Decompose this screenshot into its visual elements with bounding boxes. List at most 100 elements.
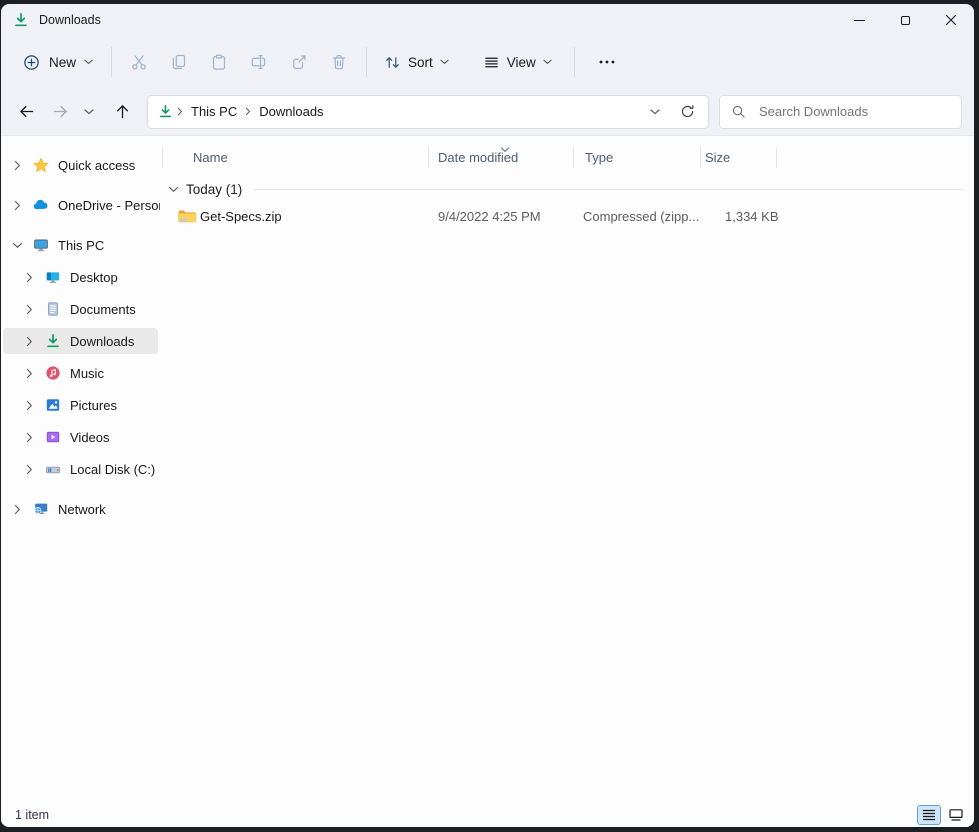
content-area: Quick access OneDrive - Personal This PC… [1,135,974,805]
sidebar-item-music[interactable]: Music [3,360,158,386]
new-button[interactable]: New [11,46,104,79]
ellipsis-icon [599,60,615,64]
details-view-toggle[interactable] [917,805,941,825]
see-more-button[interactable] [590,45,624,79]
column-separator[interactable] [776,147,777,168]
document-icon [44,301,61,317]
thumbnails-view-icon [949,809,963,821]
forward-button[interactable] [43,96,77,128]
chevron-down-icon[interactable] [168,186,179,193]
thumbnails-view-toggle[interactable] [944,805,968,825]
chevron-right-icon[interactable] [11,160,23,171]
music-note-icon [44,365,61,381]
refresh-button[interactable] [674,99,700,125]
share-icon [290,53,308,71]
sort-button[interactable]: Sort [374,47,459,78]
back-button[interactable] [9,96,43,128]
chevron-down-icon[interactable] [11,242,23,249]
minimize-button[interactable] [836,4,882,36]
onedrive-cloud-icon [32,197,49,213]
minimize-icon [854,20,865,21]
search-box[interactable] [719,95,962,129]
sidebar-item-this-pc[interactable]: This PC [3,232,158,258]
pictures-icon [44,397,61,413]
videos-icon [44,429,61,445]
search-icon [731,104,746,119]
sidebar-item-onedrive[interactable]: OneDrive - Personal [3,192,158,218]
downloads-folder-icon [158,104,173,119]
column-header-name[interactable]: Name [193,150,228,165]
chevron-right-icon[interactable] [23,432,35,443]
chevron-right-icon[interactable] [11,200,23,211]
arrow-up-icon [115,103,130,120]
sidebar-item-pictures[interactable]: Pictures [3,392,158,418]
breadcrumb-this-pc[interactable]: This PC [184,100,244,123]
recent-locations-button[interactable] [77,96,101,128]
chevron-down-icon [84,109,94,115]
sort-button-label: Sort [408,55,433,70]
sidebar-item-network[interactable]: Network [3,496,158,522]
maximize-button[interactable] [882,4,928,36]
group-divider-line [254,189,964,190]
disk-drive-icon [44,461,61,477]
view-button-label: View [507,55,536,70]
address-row: This PC Downloads [1,88,974,135]
chevron-right-icon[interactable] [11,504,23,515]
window-title: Downloads [39,13,101,27]
toolbar-separator [366,47,367,77]
sidebar-item-desktop[interactable]: Desktop [3,264,158,290]
cut-button[interactable] [119,44,159,80]
status-bar: 1 item [1,805,974,827]
desktop-background: Downloads New [0,0,979,832]
file-name[interactable]: Get-Specs.zip [200,209,282,224]
chevron-down-icon [84,59,93,65]
sidebar-item-label: Network [58,502,106,517]
column-header-size[interactable]: Size [705,150,730,165]
sidebar-item-downloads[interactable]: Downloads [3,328,158,354]
file-row-get-specs-zip[interactable]: Get-Specs.zip 9/4/2022 4:25 PM Compresse… [160,202,974,230]
sidebar-item-local-disk-c[interactable]: Local Disk (C:) [3,456,158,482]
copy-button[interactable] [159,44,199,80]
delete-button[interactable] [319,44,359,80]
chevron-right-icon[interactable] [23,464,35,475]
chevron-right-icon[interactable] [23,272,35,283]
sidebar-item-label: Pictures [70,398,117,413]
search-input[interactable] [757,103,950,120]
computer-monitor-icon [32,237,49,253]
column-separator[interactable] [700,147,701,168]
breadcrumb-chevron-icon [245,107,251,116]
sidebar-item-label: Videos [70,430,110,445]
view-button[interactable]: View [473,47,562,78]
copy-icon [170,53,188,71]
sidebar-item-videos[interactable]: Videos [3,424,158,450]
column-separator[interactable] [573,147,574,168]
chevron-down-icon [440,59,449,65]
breadcrumb-downloads[interactable]: Downloads [252,100,330,123]
up-button[interactable] [105,96,139,128]
chevron-right-icon[interactable] [23,336,35,347]
chevron-right-icon[interactable] [23,400,35,411]
group-label: Today (1) [186,182,242,197]
column-header-date-modified[interactable]: Date modified [438,150,518,165]
file-type: Compressed (zipp... [583,209,699,224]
close-button[interactable] [928,4,974,36]
sidebar-item-quick-access[interactable]: Quick access [3,152,158,178]
column-separator[interactable] [162,147,163,168]
group-header-today[interactable]: Today (1) [160,178,974,200]
column-separator[interactable] [428,147,429,168]
column-header-type[interactable]: Type [585,150,613,165]
chevron-right-icon[interactable] [23,304,35,315]
share-button[interactable] [279,44,319,80]
new-button-label: New [49,55,76,70]
titlebar[interactable]: Downloads [1,4,974,36]
chevron-right-icon[interactable] [23,368,35,379]
file-size: 1,334 KB [725,209,779,224]
address-bar[interactable]: This PC Downloads [147,95,709,129]
rename-button[interactable] [239,44,279,80]
new-plus-icon [22,53,41,72]
address-dropdown-button[interactable] [642,99,668,125]
view-lines-icon [483,54,500,71]
sidebar-item-documents[interactable]: Documents [3,296,158,322]
arrow-left-icon [18,104,35,119]
paste-button[interactable] [199,44,239,80]
